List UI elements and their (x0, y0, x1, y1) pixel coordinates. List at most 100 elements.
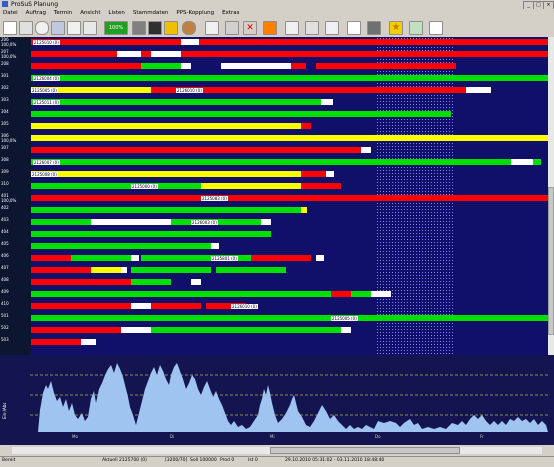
row-label[interactable]: 501 (1, 313, 30, 323)
gantt-bar[interactable] (31, 51, 548, 57)
ghost-icon[interactable] (367, 21, 381, 35)
gantt-bar[interactable] (81, 339, 96, 345)
move-icon[interactable] (285, 21, 299, 35)
gantt-bar[interactable] (301, 171, 326, 177)
export-icon[interactable] (83, 21, 97, 35)
gantt-bar[interactable] (76, 279, 131, 285)
gantt-bar[interactable] (216, 267, 286, 273)
traffic-light-icon[interactable] (148, 21, 162, 35)
gantt-bar[interactable] (131, 279, 171, 285)
row-label[interactable]: 303 (1, 97, 30, 107)
row-label[interactable]: 406 (1, 253, 30, 263)
gantt-bar[interactable] (31, 219, 91, 225)
menu-termin[interactable]: Termin (51, 9, 75, 18)
gantt-bar[interactable] (301, 183, 341, 189)
gantt-bar[interactable] (131, 303, 151, 309)
filter-icon[interactable] (51, 21, 65, 35)
gantt-bar[interactable] (341, 327, 351, 333)
gantt-bar[interactable] (31, 231, 271, 237)
menu-listen[interactable]: Listen (105, 9, 127, 18)
gantt-bar[interactable] (121, 267, 127, 273)
row-label[interactable]: 407 (1, 265, 30, 275)
notes-icon[interactable] (429, 21, 443, 35)
gantt-bar[interactable] (31, 135, 548, 141)
gantt-bar[interactable] (31, 207, 301, 213)
gantt-bar[interactable] (91, 315, 191, 321)
gantt-bar[interactable] (466, 87, 491, 93)
row-label[interactable]: 307 (1, 145, 30, 155)
row-label[interactable]: 206 100,0% (1, 37, 30, 47)
window-icon[interactable] (205, 21, 219, 35)
gantt-bar[interactable] (31, 171, 301, 177)
menu-extras[interactable]: Extras (219, 9, 242, 18)
zoom-badge[interactable]: 100% (104, 21, 128, 35)
gantt-bar[interactable] (31, 267, 91, 273)
hammer-icon[interactable] (225, 21, 239, 35)
order-tag[interactable]: 2126004 (0) (33, 75, 60, 81)
select-icon[interactable] (325, 21, 339, 35)
order-tag[interactable]: 2125801 (0) (211, 255, 238, 261)
gantt-bar[interactable] (131, 255, 139, 261)
order-tag[interactable]: 2125005 (0) (31, 87, 58, 93)
gantt-bar[interactable] (31, 183, 201, 189)
row-label[interactable]: 305 (1, 121, 30, 131)
gantt-bar[interactable] (221, 63, 291, 69)
order-tag[interactable]: 2125010 (0) (33, 39, 60, 45)
gantt-bar[interactable] (121, 99, 321, 105)
new-document-icon[interactable] (3, 21, 17, 35)
gantt-bar[interactable] (181, 75, 221, 81)
order-tag[interactable]: 2125011 (0) (33, 99, 60, 105)
zoom-dropdown-icon[interactable] (67, 21, 81, 35)
row-label[interactable]: 403 (1, 217, 30, 227)
gantt-bar[interactable] (301, 123, 311, 129)
gantt-bar[interactable] (31, 63, 141, 69)
row-label[interactable]: 402 (1, 205, 30, 215)
gantt-chart[interactable]: 2125010 (0) 2126004 (0) 2125005 (0) 2126010… (31, 37, 548, 355)
frame-icon[interactable] (347, 21, 361, 35)
gantt-bar[interactable] (151, 327, 341, 333)
gantt-bar[interactable] (31, 279, 76, 285)
order-tag[interactable]: 2126010 (0) (176, 87, 203, 93)
delete-icon[interactable]: ✕ (243, 21, 257, 35)
gantt-bar[interactable] (31, 339, 81, 345)
row-label[interactable]: 408 (1, 277, 30, 287)
gantt-bar[interactable] (31, 147, 361, 153)
gantt-bar[interactable] (71, 255, 131, 261)
gantt-bar[interactable] (91, 219, 171, 225)
gantt-bar[interactable] (121, 327, 151, 333)
row-label[interactable]: 404 (1, 229, 30, 239)
row-label[interactable]: 302 (1, 85, 30, 95)
menu-ansicht[interactable]: Ansicht (77, 9, 103, 18)
order-tag[interactable]: 2126010 (0) (231, 303, 258, 309)
gantt-bar[interactable] (206, 87, 466, 93)
menu-stammdaten[interactable]: Stammdaten (130, 9, 172, 18)
gantt-bar[interactable] (331, 291, 351, 297)
gantt-bar[interactable] (316, 63, 456, 69)
gantt-bar[interactable] (31, 195, 548, 201)
gantt-bar[interactable] (151, 51, 181, 57)
gantt-bar[interactable] (31, 303, 71, 309)
order-tag[interactable]: 2125005 (0) (331, 315, 358, 321)
gantt-bar[interactable] (251, 255, 311, 261)
order-tag[interactable]: 2125083 (0) (201, 195, 228, 201)
menu-pps-kopplung[interactable]: PPS-Kopplung (173, 9, 217, 18)
order-tag[interactable]: 2125008 (0) (31, 171, 58, 177)
row-label[interactable]: 208 (1, 61, 30, 71)
horizontal-scrollbar[interactable] (0, 445, 554, 456)
gantt-bar[interactable] (131, 267, 211, 273)
gantt-bar[interactable] (326, 171, 334, 177)
gantt-bar[interactable] (511, 159, 533, 165)
gantt-bar[interactable] (31, 243, 211, 249)
order-tag[interactable]: 2126007 (0) (33, 159, 60, 165)
grid-icon[interactable] (132, 21, 146, 35)
menu-auftrag[interactable]: Auftrag (23, 9, 49, 18)
split-window-icon[interactable] (305, 21, 319, 35)
row-label[interactable]: 308 (1, 157, 30, 167)
row-label[interactable]: 401 100,0% (1, 193, 30, 203)
print-icon[interactable] (19, 21, 33, 35)
gantt-bar[interactable] (31, 39, 548, 45)
gantt-bar[interactable] (141, 63, 181, 69)
gantt-bar[interactable] (71, 303, 131, 309)
gantt-bar[interactable] (181, 63, 191, 69)
row-label[interactable]: 207 100,0% (1, 49, 30, 59)
